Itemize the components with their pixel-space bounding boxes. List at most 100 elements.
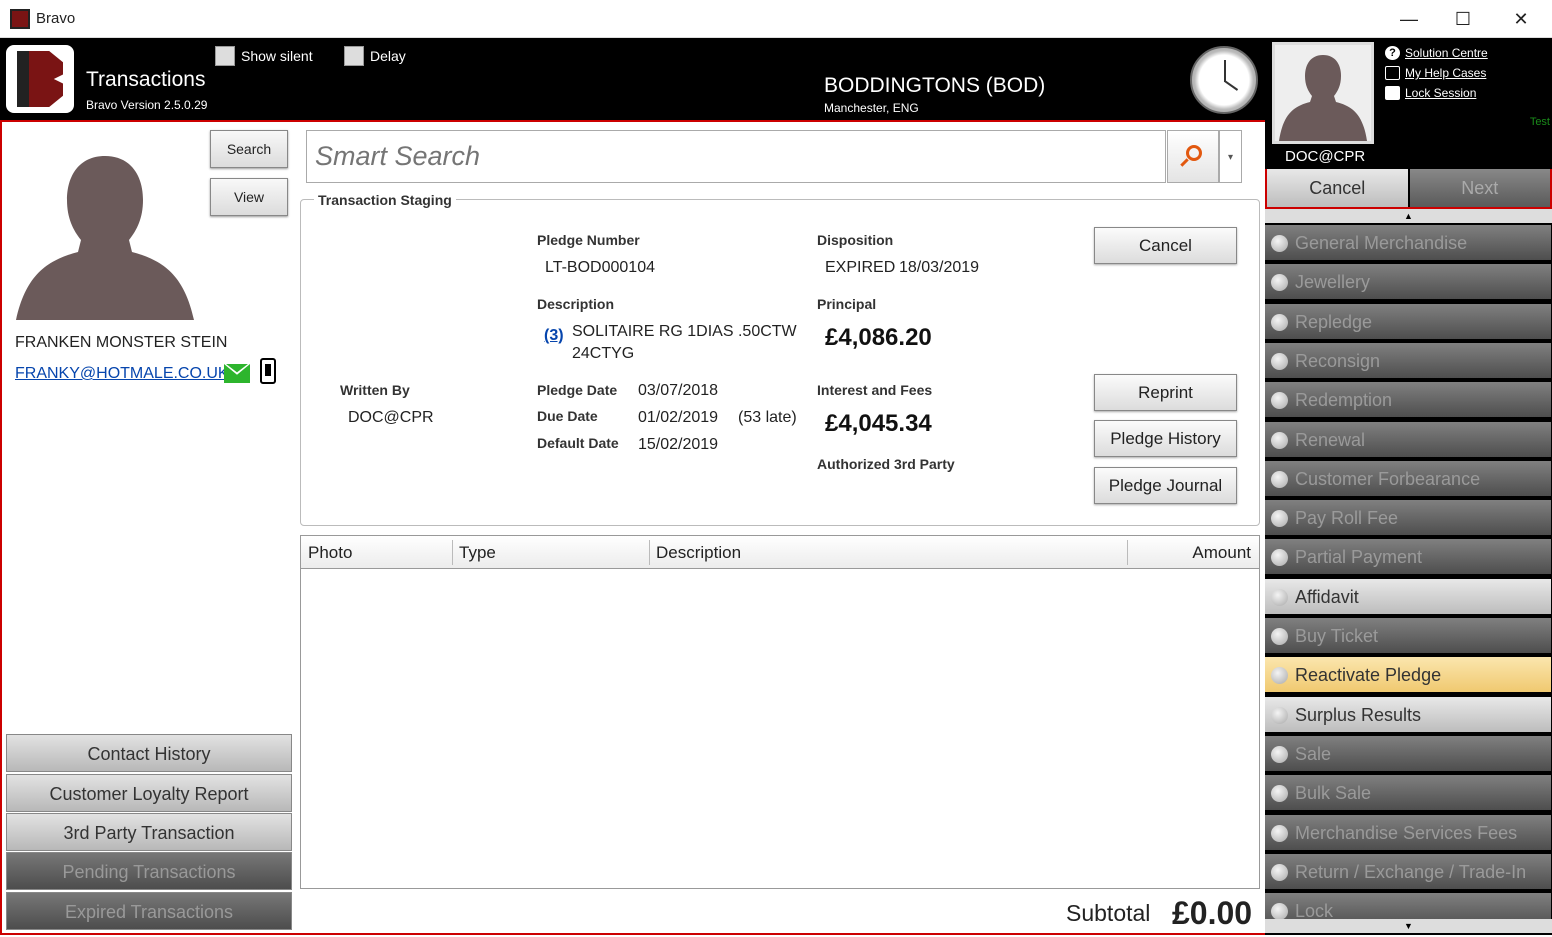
mobile-phone-icon[interactable] [260, 358, 276, 384]
radio-dot-icon [1271, 432, 1288, 449]
customer-loyalty-report-button[interactable]: Customer Loyalty Report [6, 774, 292, 812]
menu-item-renewal[interactable]: Renewal [1265, 422, 1551, 459]
principal-label: Principal [817, 296, 877, 312]
column-photo[interactable]: Photo [308, 543, 352, 563]
subtotal-value: £0.00 [1172, 895, 1253, 931]
interest-fees-value: £4,045.34 [825, 410, 932, 437]
column-amount[interactable]: Amount [1192, 543, 1251, 563]
menu-item-surplus-results[interactable]: Surplus Results [1265, 697, 1551, 734]
menu-item-repledge[interactable]: Repledge [1265, 304, 1551, 341]
authorized-third-party-label: Authorized 3rd Party [817, 456, 955, 472]
minimize-button[interactable]: — [1386, 4, 1432, 34]
search-dropdown-button[interactable]: ▾ [1219, 130, 1242, 183]
contact-history-button[interactable]: Contact History [6, 734, 292, 772]
table-header: Photo Type Description Amount [301, 536, 1259, 569]
customer-view-button[interactable]: View [210, 178, 288, 216]
menu-item-reconsign[interactable]: Reconsign [1265, 343, 1551, 380]
staging-title: Transaction Staging [314, 192, 456, 208]
lock-session-link[interactable]: Lock Session [1385, 86, 1488, 100]
menu-scroll-down-button[interactable]: ▼ [1265, 919, 1552, 933]
solution-centre-link[interactable]: ? Solution Centre [1385, 46, 1488, 60]
bravo-logo [6, 45, 74, 113]
menu-item-jewellery[interactable]: Jewellery [1265, 264, 1551, 301]
store-name: BODDINGTONS (BOD) [824, 74, 1046, 97]
pledge-number-label: Pledge Number [537, 232, 640, 248]
reprint-button[interactable]: Reprint [1094, 374, 1237, 411]
search-submit-button[interactable] [1167, 130, 1219, 183]
menu-item-label: Partial Payment [1295, 547, 1423, 567]
radio-dot-icon [1271, 628, 1288, 645]
pledge-number-value: LT-BOD000104 [545, 259, 655, 276]
principal-value: £4,086.20 [825, 324, 932, 351]
nav-cancel-button[interactable]: Cancel [1267, 169, 1408, 207]
radio-dot-icon [1271, 392, 1288, 409]
description-label: Description [537, 296, 615, 312]
menu-item-label: Affidavit [1295, 587, 1359, 607]
pledge-date-label: Pledge Date [537, 382, 618, 398]
staging-cancel-button[interactable]: Cancel [1094, 227, 1237, 264]
menu-item-reactivate-pledge[interactable]: Reactivate Pledge [1265, 657, 1551, 694]
page-title: Transactions [86, 68, 206, 91]
clock-icon [1190, 46, 1258, 114]
customer-search-button[interactable]: Search [210, 130, 288, 168]
menu-item-affidavit[interactable]: Affidavit [1265, 579, 1551, 616]
menu-item-partial-payment[interactable]: Partial Payment [1265, 539, 1551, 576]
menu-item-pay-roll-fee[interactable]: Pay Roll Fee [1265, 500, 1551, 537]
lock-icon [1385, 86, 1400, 100]
description-count-link[interactable]: (3) [544, 327, 564, 345]
menu-item-label: Buy Ticket [1295, 626, 1379, 646]
smart-search-box [306, 130, 1166, 183]
maximize-button[interactable]: ☐ [1440, 4, 1486, 34]
radio-dot-icon [1271, 589, 1288, 606]
smart-search-input[interactable] [307, 131, 1165, 182]
customer-email-link[interactable]: FRANKY@HOTMALE.CO.UK [15, 365, 229, 383]
menu-item-merchandise-services-fees[interactable]: Merchandise Services Fees [1265, 815, 1551, 852]
delay-checkbox[interactable] [344, 46, 364, 66]
disposition-date: 18/03/2019 [899, 259, 980, 276]
radio-dot-icon [1271, 274, 1288, 291]
default-date-value: 15/02/2019 [638, 436, 719, 453]
menu-item-general-merchandise[interactable]: General Merchandise [1265, 225, 1551, 262]
window-titlebar: Bravo — ☐ ✕ [0, 0, 1552, 38]
radio-dot-icon [1271, 235, 1288, 252]
pledge-history-button[interactable]: Pledge History [1094, 420, 1237, 457]
app-header: Transactions Bravo Version 2.5.0.29 Show… [0, 38, 1265, 120]
nav-next-button[interactable]: Next [1407, 169, 1550, 207]
my-help-cases-link[interactable]: My Help Cases [1385, 66, 1488, 80]
email-icon[interactable] [224, 364, 250, 383]
column-description[interactable]: Description [656, 543, 741, 563]
folder-icon [1385, 66, 1400, 80]
menu-item-label: Return / Exchange / Trade-In [1295, 862, 1527, 882]
menu-item-label: Customer Forbearance [1295, 469, 1481, 489]
default-date-label: Default Date [537, 435, 619, 451]
menu-item-customer-forbearance[interactable]: Customer Forbearance [1265, 461, 1551, 498]
menu-item-label: Bulk Sale [1295, 783, 1372, 803]
delay-label: Delay [370, 48, 406, 64]
user-name: DOC@CPR [1285, 148, 1366, 165]
menu-item-buy-ticket[interactable]: Buy Ticket [1265, 618, 1551, 655]
radio-dot-icon [1271, 864, 1288, 881]
menu-item-bulk-sale[interactable]: Bulk Sale [1265, 775, 1551, 812]
pending-transactions-button[interactable]: Pending Transactions [6, 852, 292, 890]
radio-dot-icon [1271, 785, 1288, 802]
close-button[interactable]: ✕ [1498, 4, 1544, 34]
menu-item-return-exchange-trade-in[interactable]: Return / Exchange / Trade-In [1265, 854, 1551, 891]
menu-item-sale[interactable]: Sale [1265, 736, 1551, 773]
wizard-nav: Cancel Next [1265, 169, 1552, 209]
radio-dot-icon [1271, 903, 1288, 920]
menu-item-label: Renewal [1295, 430, 1366, 450]
written-by-value: DOC@CPR [348, 409, 434, 426]
menu-item-redemption[interactable]: Redemption [1265, 382, 1551, 419]
column-type[interactable]: Type [459, 543, 496, 563]
show-silent-label: Show silent [241, 48, 313, 64]
menu-scroll-up-button[interactable]: ▲ [1265, 209, 1552, 223]
pledge-journal-button[interactable]: Pledge Journal [1094, 467, 1237, 504]
third-party-transaction-button[interactable]: 3rd Party Transaction [6, 813, 292, 851]
customer-photo [10, 150, 200, 320]
menu-item-label: General Merchandise [1295, 233, 1468, 253]
due-date-label: Due Date [537, 408, 598, 424]
show-silent-checkbox[interactable] [215, 46, 235, 66]
help-circle-icon: ? [1385, 46, 1400, 60]
description-line2: 24CTYG [572, 345, 635, 362]
expired-transactions-button[interactable]: Expired Transactions [6, 892, 292, 930]
